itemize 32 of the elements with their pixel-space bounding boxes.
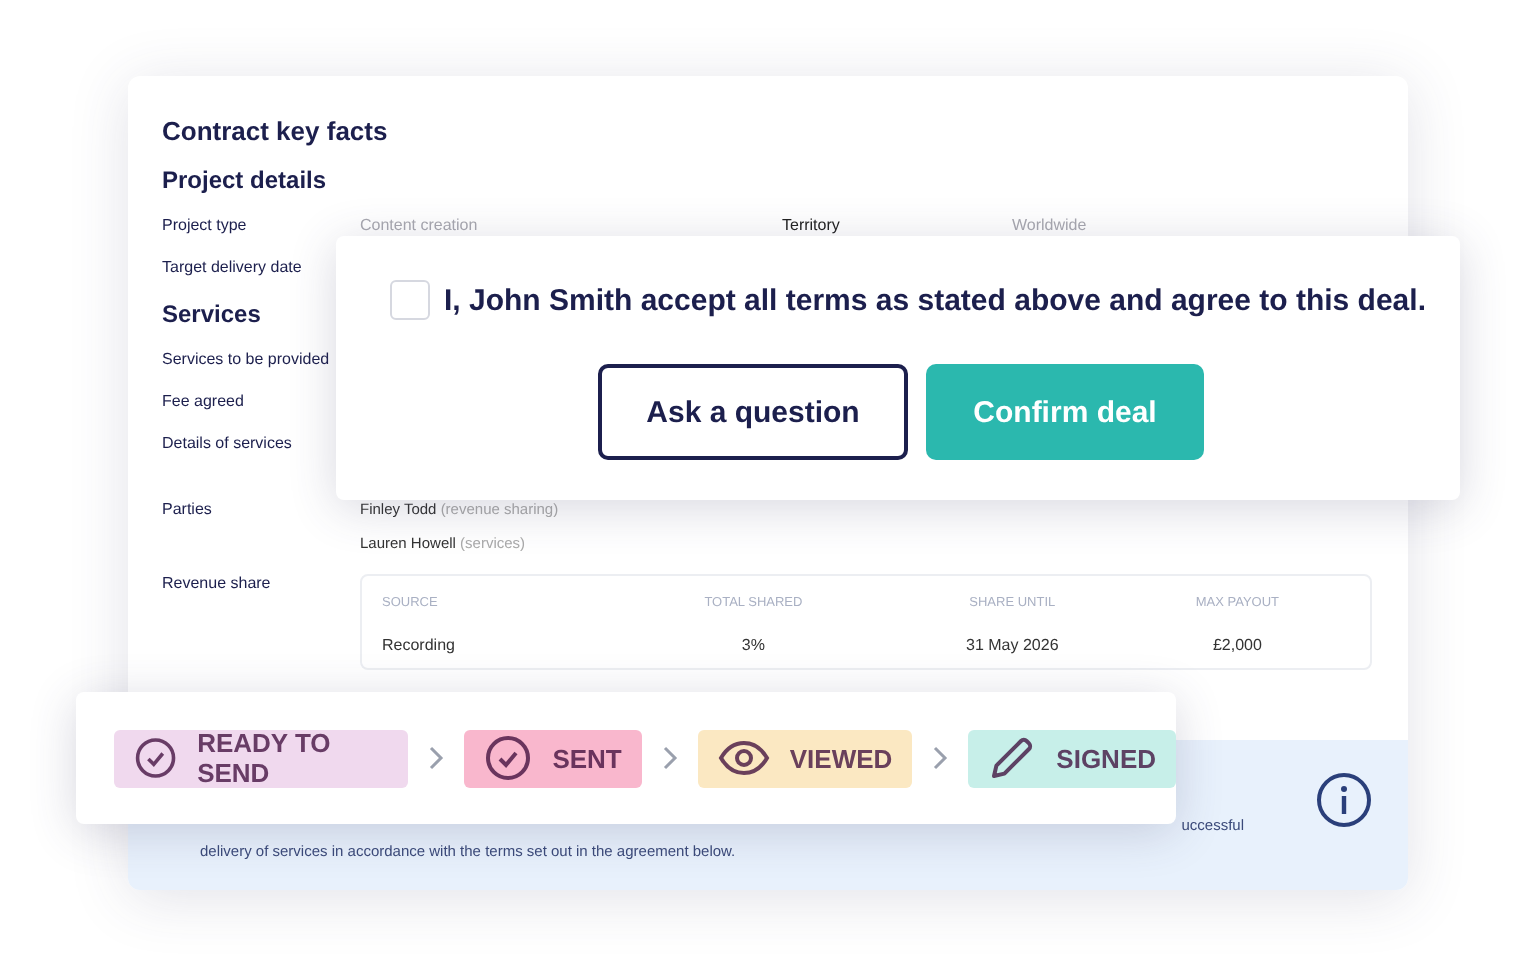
accept-statement: I, John Smith accept all terms as stated above and agree to this deal. — [444, 283, 1426, 317]
check-circle-icon — [484, 734, 533, 782]
eye-icon — [717, 740, 770, 776]
field-label: Revenue share — [162, 574, 273, 596]
section-heading: Project details — [162, 166, 327, 194]
pencil-icon — [988, 734, 1037, 782]
section-heading: Services — [162, 300, 261, 328]
accept-checkbox[interactable] — [390, 280, 430, 320]
status-step: SENT — [464, 729, 642, 787]
check-circle-icon — [134, 734, 178, 782]
field-label: Project type — [162, 216, 249, 234]
table-cell-text: Recording — [382, 635, 457, 653]
field-label: Fee agreed — [162, 392, 246, 410]
card-title: Contract key facts — [162, 116, 390, 146]
field-value: Worldwide — [1012, 216, 1087, 234]
field-label: Details of services — [162, 434, 294, 452]
field-label: Parties — [162, 500, 214, 522]
status-step: VIEWED — [697, 729, 913, 787]
table-cell-text: £2,000 — [1210, 635, 1264, 653]
status-step: SIGNED — [968, 729, 1176, 787]
field-label: Services to be provided — [162, 350, 332, 368]
status-step: READY TO SEND — [114, 729, 409, 787]
chevron-icon — [661, 746, 678, 770]
table-cell-text: 31 May 2026 — [964, 635, 1061, 653]
chevron-icon — [428, 746, 445, 770]
table-cell-text: 3% — [739, 635, 767, 653]
question-button[interactable]: Ask a question — [598, 364, 908, 460]
chevron-icon — [932, 746, 949, 770]
field-value: Content creation — [360, 216, 480, 234]
field-label: Territory — [782, 216, 842, 234]
info-icon — [1316, 771, 1372, 827]
field-label: Target delivery date — [162, 258, 304, 276]
